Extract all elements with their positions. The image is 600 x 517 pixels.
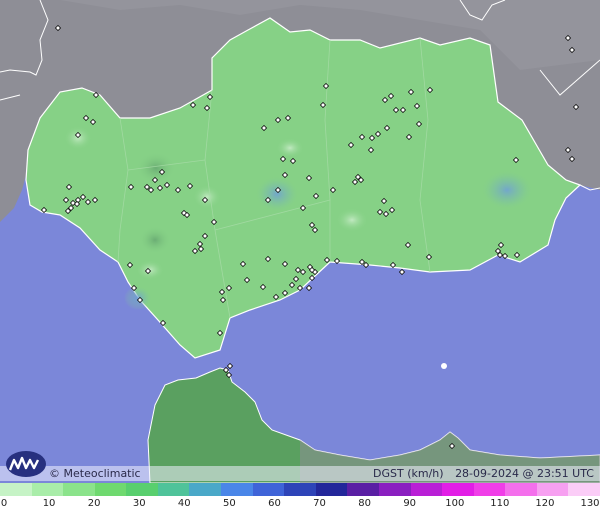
scale-swatch: [189, 483, 222, 496]
scale-tick-label: 110: [490, 498, 510, 509]
scale-tick-label: 50: [223, 498, 236, 509]
gust-hotspot: [124, 286, 152, 310]
scale-swatch: [126, 483, 158, 496]
scale-swatch: [536, 483, 569, 496]
scale-tick-label: 10: [42, 498, 56, 509]
scale-tick-label: 30: [132, 498, 146, 509]
color-scale-strip: [0, 483, 600, 496]
scale-swatch: [31, 483, 64, 496]
scale-tick-label: 60: [268, 498, 281, 509]
map-view: © Meteoclimatic DGST (km/h) 28-09-2024 @…: [0, 0, 600, 517]
scale-tick-label: 90: [403, 498, 417, 509]
variable-label: DGST (km/h): [373, 467, 444, 480]
wind-gust-map: [0, 0, 600, 483]
scale-swatch: [94, 483, 127, 496]
light-spot: [336, 208, 368, 232]
light-spot: [276, 138, 304, 158]
scale-swatch: [378, 483, 411, 496]
scale-swatch: [505, 483, 537, 496]
scale-tick-label: 20: [87, 498, 101, 509]
scale-swatch: [284, 483, 316, 496]
scale-swatch: [252, 483, 285, 496]
scale-tick-label: 130: [580, 498, 600, 509]
color-scale-ticks: 0 10 20 30 40 50 60 70 80 90 100 110 120 130: [0, 498, 600, 512]
scale-tick-label: 40: [177, 498, 191, 509]
color-scale-legend: 0 10 20 30 40 50 60 70 80 90 100 110 120 130: [0, 483, 600, 517]
scale-swatch: [63, 483, 95, 496]
scale-swatch: [221, 483, 253, 496]
scale-swatch: [568, 483, 600, 496]
brand-label: © Meteoclimatic: [49, 467, 141, 480]
island: [441, 363, 447, 369]
scale-swatch: [442, 483, 474, 496]
scale-swatch: [347, 483, 379, 496]
gust-hotspot: [481, 170, 533, 210]
gust-hotspot: [139, 226, 171, 254]
scale-tick-label: 120: [535, 498, 555, 509]
timestamp-label: 28-09-2024 @ 23:51 UTC: [455, 467, 594, 480]
gust-hotspot: [255, 176, 299, 212]
map-caption: DGST (km/h) 28-09-2024 @ 23:51 UTC: [365, 467, 594, 480]
scale-swatch: [473, 483, 506, 496]
scale-tick-label: 70: [313, 498, 326, 509]
scale-swatch: [157, 483, 190, 496]
scale-tick-label: 0: [0, 498, 8, 509]
meteoclimatic-logo: [6, 451, 46, 477]
scale-swatch: [0, 483, 32, 496]
light-spot: [193, 185, 221, 209]
scale-swatch: [410, 483, 443, 496]
scale-swatch: [315, 483, 348, 496]
scale-tick-label: 100: [445, 498, 465, 509]
scale-tick-label: 80: [358, 498, 371, 509]
